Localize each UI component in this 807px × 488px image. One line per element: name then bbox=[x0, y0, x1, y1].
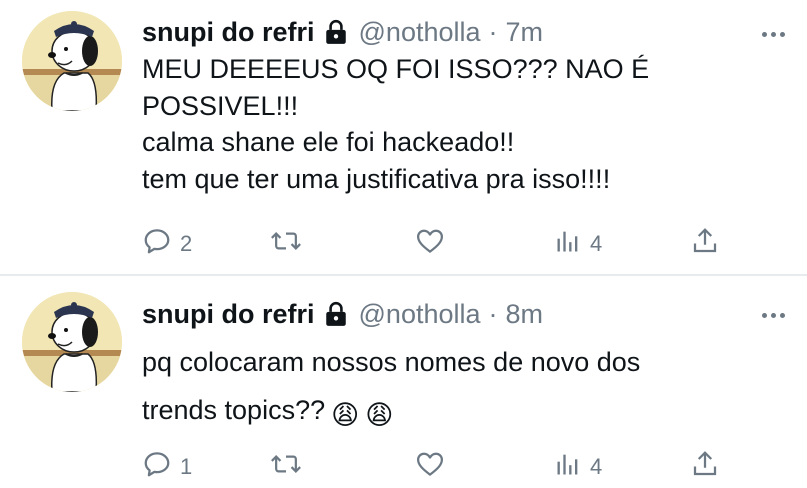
views-count: 4 bbox=[590, 231, 603, 256]
separator-dot: · bbox=[488, 298, 498, 329]
reply-button[interactable]: 1 bbox=[142, 447, 192, 487]
share-icon bbox=[690, 226, 720, 262]
user-handle[interactable]: @notholla bbox=[359, 17, 481, 48]
tweet-text-line: calma shane ele foi hackeado!! bbox=[142, 127, 515, 157]
more-icon[interactable] bbox=[762, 32, 785, 37]
tweet-text-line: MEU DEEEEUS OQ FOI ISSO??? NAO É bbox=[142, 54, 650, 84]
share-button[interactable] bbox=[690, 224, 720, 264]
views-icon bbox=[554, 449, 582, 485]
tweet-actions: 1 4 bbox=[142, 447, 732, 487]
share-button[interactable] bbox=[690, 447, 720, 487]
retweet-icon bbox=[270, 226, 302, 262]
tweet-text-line: tem que ter uma justificativa pra isso!!… bbox=[142, 163, 611, 194]
tweet-text-line: POSSIVEL!!! bbox=[142, 90, 299, 121]
reply-count: 2 bbox=[180, 231, 193, 256]
retweet-icon bbox=[270, 449, 302, 485]
tweet-actions: 2 4 bbox=[142, 224, 732, 264]
tweet[interactable]: snupi do refri @notholla · 8m pq colocar… bbox=[0, 276, 807, 488]
timestamp[interactable]: 8m bbox=[506, 299, 544, 330]
weary-face-emoji: 😩 bbox=[365, 400, 394, 430]
timestamp[interactable]: 7m bbox=[506, 17, 544, 48]
share-icon bbox=[690, 449, 720, 485]
retweet-button[interactable] bbox=[270, 447, 302, 487]
display-name[interactable]: snupi do refri bbox=[142, 17, 315, 48]
like-icon bbox=[414, 449, 446, 485]
views-count: 4 bbox=[590, 454, 603, 479]
views-icon bbox=[554, 226, 582, 262]
like-button[interactable] bbox=[414, 224, 446, 264]
avatar[interactable] bbox=[22, 11, 122, 111]
more-icon[interactable] bbox=[762, 313, 785, 318]
tweet-text: MEU DEEEEUS OQ FOI ISSO??? NAO É POSSIVE… bbox=[142, 51, 782, 197]
reply-button[interactable]: 2 bbox=[142, 224, 192, 264]
like-icon bbox=[414, 226, 446, 262]
display-name[interactable]: snupi do refri bbox=[142, 299, 315, 330]
separator-dot: · bbox=[488, 16, 498, 47]
tweet-text-line: pq colocaram nossos nomes de novo dos bbox=[142, 347, 641, 377]
views-button[interactable]: 4 bbox=[554, 224, 602, 264]
tweet[interactable]: snupi do refri @notholla · 7m MEU DEEEEU… bbox=[0, 0, 807, 274]
tweet-text-line-with-emoji: trends topics?? 😩 😩 bbox=[142, 386, 782, 439]
reply-icon bbox=[142, 226, 172, 262]
like-button[interactable] bbox=[414, 447, 446, 487]
tweet-text: pq colocaram nossos nomes de novo dos tr… bbox=[142, 338, 782, 439]
retweet-button[interactable] bbox=[270, 224, 302, 264]
views-button[interactable]: 4 bbox=[554, 447, 602, 487]
weary-face-emoji: 😩 bbox=[331, 400, 360, 430]
avatar[interactable] bbox=[22, 292, 122, 392]
tweet-header: snupi do refri @notholla · 8m bbox=[142, 294, 543, 334]
reply-count: 1 bbox=[180, 454, 193, 479]
tweet-header: snupi do refri @notholla · 7m bbox=[142, 12, 543, 52]
user-handle[interactable]: @notholla bbox=[359, 299, 481, 330]
lock-icon bbox=[323, 19, 349, 45]
reply-icon bbox=[142, 449, 172, 485]
tweet-text-line: trends topics?? bbox=[142, 395, 326, 425]
lock-icon bbox=[323, 301, 349, 327]
